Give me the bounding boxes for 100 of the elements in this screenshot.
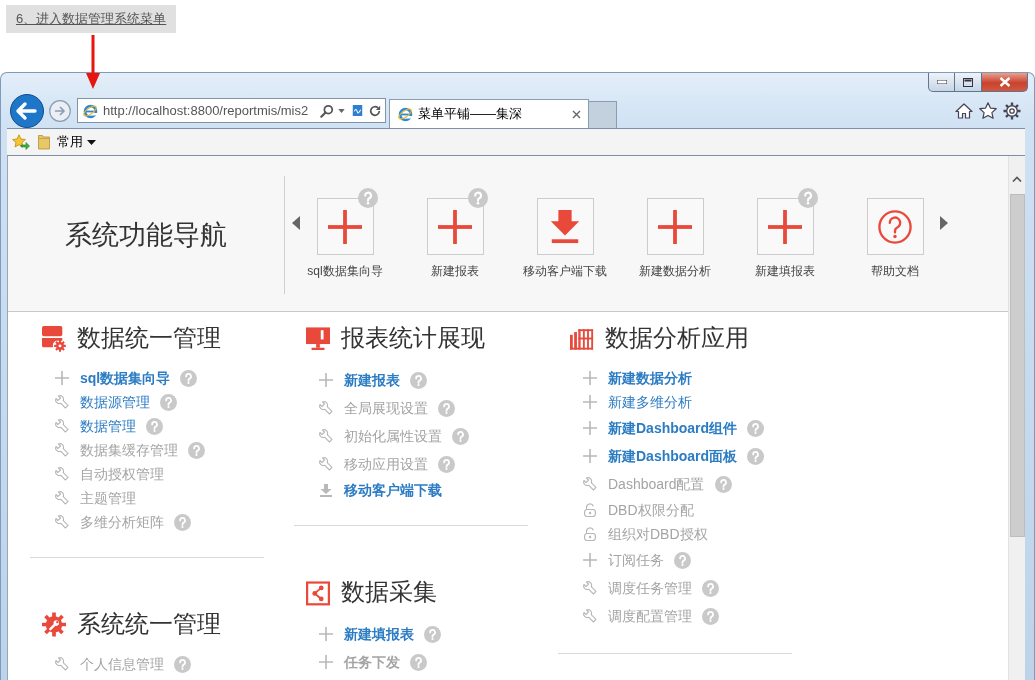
minimize-button[interactable] bbox=[928, 73, 955, 92]
padlock-icon bbox=[583, 503, 597, 517]
plus-icon bbox=[583, 421, 597, 435]
menu-link[interactable]: 新建报表 bbox=[344, 371, 400, 389]
shortcut-tile[interactable] bbox=[866, 198, 924, 255]
menu-link[interactable]: 新建Dashboard组件 bbox=[608, 419, 738, 437]
wrench-icon bbox=[55, 657, 69, 671]
plus-icon bbox=[438, 209, 472, 244]
scroll-right-icon[interactable] bbox=[940, 216, 948, 230]
wrench-icon bbox=[319, 457, 333, 471]
section-title: 系统统一管理 bbox=[77, 612, 221, 636]
help-icon[interactable] bbox=[798, 188, 818, 208]
search-icon[interactable] bbox=[320, 103, 334, 118]
wrench-icon bbox=[55, 443, 69, 457]
wrench-icon bbox=[319, 429, 333, 443]
help-icon[interactable] bbox=[747, 419, 765, 437]
new-tab-button[interactable] bbox=[589, 101, 617, 128]
plus-icon bbox=[583, 553, 597, 567]
plus-icon bbox=[319, 627, 333, 641]
padlock-icon bbox=[583, 527, 597, 541]
menu-link[interactable]: 新建Dashboard面板 bbox=[608, 447, 738, 465]
refresh-icon[interactable] bbox=[369, 104, 381, 117]
plus-icon bbox=[583, 395, 597, 409]
close-window-button[interactable] bbox=[982, 73, 1028, 92]
close-icon[interactable] bbox=[572, 109, 581, 119]
plus-icon bbox=[55, 371, 69, 385]
wrench-icon bbox=[55, 467, 69, 481]
shortcut-label[interactable]: 新建数据分析 bbox=[639, 263, 711, 279]
help-icon[interactable] bbox=[747, 447, 765, 465]
plus-icon bbox=[768, 209, 802, 244]
scroll-up-icon[interactable] bbox=[1012, 176, 1022, 182]
folder-icon bbox=[38, 134, 50, 150]
help-icon[interactable] bbox=[468, 188, 488, 208]
monitor-icon bbox=[306, 324, 330, 352]
help-icon bbox=[878, 209, 912, 244]
browser-tab[interactable]: 菜单平铺——集深 bbox=[389, 99, 589, 128]
help-icon[interactable] bbox=[160, 393, 177, 411]
scroll-left-icon[interactable] bbox=[292, 216, 300, 230]
address-bar[interactable]: http://localhost:8800/reportmis/mis2 bbox=[77, 98, 386, 123]
menu-link[interactable]: 新建填报表 bbox=[344, 625, 414, 643]
server-gear-icon bbox=[42, 324, 66, 352]
menu-link[interactable]: 数据管理 bbox=[80, 417, 136, 435]
caret-icon[interactable] bbox=[338, 108, 345, 113]
menu-link[interactable]: 新建多维分析 bbox=[608, 393, 692, 411]
browser-logo-icon bbox=[82, 102, 98, 119]
plus-icon bbox=[583, 449, 597, 463]
section-title: 数据统一管理 bbox=[77, 326, 221, 350]
shortcut-label[interactable]: 新建填报表 bbox=[755, 263, 815, 279]
download-icon bbox=[319, 483, 333, 497]
home-icon[interactable] bbox=[955, 102, 973, 119]
shortcut-tile[interactable] bbox=[646, 198, 704, 255]
plus-icon bbox=[319, 655, 333, 669]
plus-icon bbox=[658, 209, 692, 244]
favorites-star-icon[interactable] bbox=[979, 102, 997, 119]
menu-link[interactable]: 新建数据分析 bbox=[608, 369, 692, 387]
plus-icon bbox=[319, 373, 333, 387]
shortcut-tile[interactable] bbox=[756, 198, 814, 255]
shortcut-tile[interactable] bbox=[426, 198, 484, 255]
help-icon[interactable] bbox=[424, 625, 441, 643]
caption-label: 6、进入数据管理系统菜单 bbox=[6, 5, 177, 33]
wrench-icon bbox=[319, 401, 333, 415]
plus-icon bbox=[583, 371, 597, 385]
menu-link[interactable]: sql数据集向导 bbox=[80, 369, 171, 387]
section-title: 数据采集 bbox=[341, 580, 437, 604]
help-icon[interactable] bbox=[180, 369, 198, 387]
help-icon[interactable] bbox=[146, 417, 163, 435]
wrench-icon bbox=[55, 395, 69, 409]
settings-icon[interactable] bbox=[1003, 101, 1021, 120]
shortcut-label[interactable]: 移动客户端下载 bbox=[523, 263, 607, 279]
compatibility-view-icon[interactable] bbox=[352, 104, 363, 117]
shortcut-tile[interactable] bbox=[536, 198, 594, 255]
plus-icon bbox=[328, 209, 362, 244]
shortcut-label[interactable]: sql数据集向导 bbox=[307, 263, 383, 279]
minimize-icon bbox=[936, 80, 947, 84]
close-icon bbox=[998, 77, 1011, 87]
caret-icon bbox=[87, 139, 96, 145]
maximize-button[interactable] bbox=[955, 73, 982, 92]
annotation-arrow bbox=[86, 35, 100, 89]
wrench-icon bbox=[583, 581, 597, 595]
shortcut-label[interactable]: 新建报表 bbox=[431, 263, 479, 279]
help-icon[interactable] bbox=[410, 371, 427, 389]
shortcut-label[interactable]: 帮助文档 bbox=[871, 263, 919, 279]
panel-title: 系统功能导航 bbox=[65, 218, 227, 252]
section-title: 报表统计展现 bbox=[341, 326, 485, 350]
help-icon[interactable] bbox=[358, 188, 378, 208]
add-favorite-icon[interactable] bbox=[12, 134, 30, 150]
wrench-icon bbox=[583, 477, 597, 491]
favorites-folder-button[interactable]: 常用 bbox=[38, 132, 96, 152]
wrench-icon bbox=[55, 515, 69, 529]
wrench-icon bbox=[583, 609, 597, 623]
section-title: 数据分析应用 bbox=[605, 326, 749, 350]
menu-link[interactable]: 移动客户端下载 bbox=[344, 481, 442, 499]
shortcut-tile[interactable] bbox=[316, 198, 374, 255]
wrench-icon bbox=[55, 419, 69, 433]
share-icon bbox=[306, 578, 330, 606]
menu-link[interactable]: 数据源管理 bbox=[80, 393, 150, 411]
scrollbar-thumb[interactable] bbox=[1009, 194, 1025, 537]
gear-wrench-icon bbox=[42, 610, 66, 638]
wrench-icon bbox=[55, 491, 69, 505]
browser-logo-icon bbox=[397, 106, 413, 122]
